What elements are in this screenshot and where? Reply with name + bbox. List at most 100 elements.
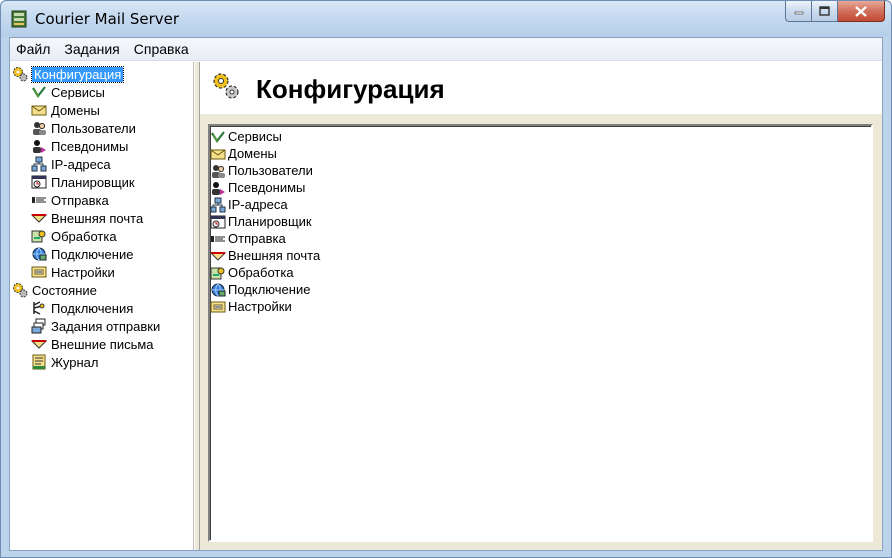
aliases-icon [31,138,47,154]
users-icon [31,120,47,136]
tree-item-label: Подключение [51,246,134,262]
maximize-button[interactable] [812,1,838,22]
external-mail-icon [31,210,47,226]
processing-icon [31,228,47,244]
external-letters-icon [31,336,47,352]
tree-item[interactable]: Псевдонимы [31,137,128,155]
tree-item[interactable]: Отправка [31,191,109,209]
external-mail-icon [210,248,226,264]
list-item-label: Настройки [228,299,292,314]
gears-icon [12,282,28,298]
tree-item-label: IP-адреса [51,156,111,172]
list-item-label: Псевдонимы [228,180,306,195]
list-item-label: Отправка [228,231,286,246]
tree-node-status[interactable]: Состояние [12,281,97,299]
tree-item-label: Сервисы [51,84,105,100]
tree-item[interactable]: Задания отправки [31,317,160,335]
list-item[interactable]: Настройки [210,298,292,315]
ip-addresses-icon [31,156,47,172]
tree-item[interactable]: Внешняя почта [31,209,143,227]
menu-help[interactable]: Справка [134,41,189,57]
list-item-label: IP-адреса [228,197,288,212]
tree-item-label: Журнал [51,354,99,370]
gears-icon [12,66,28,82]
list-item-label: Пользователи [228,163,313,178]
list-item[interactable]: Псевдонимы [210,179,305,196]
menu-tasks[interactable]: Задания [64,41,119,57]
tree-node-status-label: Состояние [32,282,97,298]
app-icon[interactable] [10,10,28,28]
tree-item[interactable]: Обработка [31,227,117,245]
send-jobs-icon [31,318,47,334]
minimize-button[interactable] [785,1,812,22]
close-button[interactable] [838,1,885,22]
tree-item-label: Обработка [51,228,117,244]
connection-icon [31,246,47,262]
ip-addresses-icon [210,197,226,213]
tree-item[interactable]: Журнал [31,353,98,371]
list-item[interactable]: Планировщик [210,213,312,230]
list-item-label: Планировщик [228,214,312,229]
list-item-label: Подключение [228,282,311,297]
tree-item-label: Планировщик [51,174,135,190]
tree-item[interactable]: Настройки [31,263,115,281]
tree-item-label: Подключения [51,300,134,316]
tree-item-label: Пользователи [51,120,136,136]
tree-item-label: Домены [51,102,100,118]
users-icon [210,163,226,179]
tree-item[interactable]: Пользователи [31,119,136,137]
list-item-label: Внешняя почта [228,248,321,263]
tree-item[interactable]: Внешние письма [31,335,154,353]
tree-item-label: Внешние письма [51,336,154,352]
list-item[interactable]: Сервисы [210,128,282,145]
caption-buttons [785,1,885,22]
tree-item[interactable]: Планировщик [31,173,135,191]
config-list: Сервисы Домены Пользователи Псевдонимы IP-ад… [208,124,873,542]
gears-icon [210,70,242,102]
content-header: Конфигурация [200,62,882,114]
list-item[interactable]: Внешняя почта [210,247,320,264]
tree-item[interactable]: Подключения [31,299,133,317]
list-item[interactable]: Отправка [210,230,286,247]
tree-item[interactable]: Домены [31,101,100,119]
domains-icon [31,102,47,118]
tree-item-label: Отправка [51,192,109,208]
navigation-tree: Конфигурация Сервисы Домены Пользователи Псе… [10,62,194,550]
list-item[interactable]: Пользователи [210,162,313,179]
list-item[interactable]: Домены [210,145,277,162]
connections-icon [31,300,47,316]
services-icon [31,84,47,100]
tree-item-label: Настройки [51,264,115,280]
services-icon [210,129,226,145]
list-item[interactable]: Обработка [210,264,294,281]
tree-item[interactable]: Подключение [31,245,133,263]
client-area: Файл Задания Справка Конфигурация Сервисы… [9,37,883,551]
list-item-label: Сервисы [228,129,282,144]
window-title: Courier Mail Server [35,10,180,28]
menu-file[interactable]: Файл [16,41,50,57]
title-bar[interactable]: Courier Mail Server [1,1,891,37]
domains-icon [210,146,226,162]
processing-icon [210,265,226,281]
log-icon [31,354,47,370]
tree-item-label: Внешняя почта [51,210,144,226]
close-icon [855,5,867,17]
list-item-label: Обработка [228,265,294,280]
scheduler-icon [210,214,226,230]
sending-icon [210,231,226,247]
menu-bar: Файл Задания Справка [10,38,882,61]
settings-icon [210,299,226,315]
aliases-icon [210,180,226,196]
tree-item[interactable]: Сервисы [31,83,105,101]
tree-item-label: Псевдонимы [51,138,129,154]
list-item[interactable]: Подключение [210,281,310,298]
scheduler-icon [31,174,47,190]
minimize-icon [794,6,804,16]
tree-item[interactable]: IP-адреса [31,155,111,173]
tree-item-label: Задания отправки [51,318,161,334]
list-item[interactable]: IP-адреса [210,196,288,213]
tree-node-config[interactable]: Конфигурация [12,65,125,83]
sending-icon [31,192,47,208]
list-item-label: Домены [228,146,277,161]
content-pane: Конфигурация Сервисы Домены Пользователи Пс… [200,62,882,550]
